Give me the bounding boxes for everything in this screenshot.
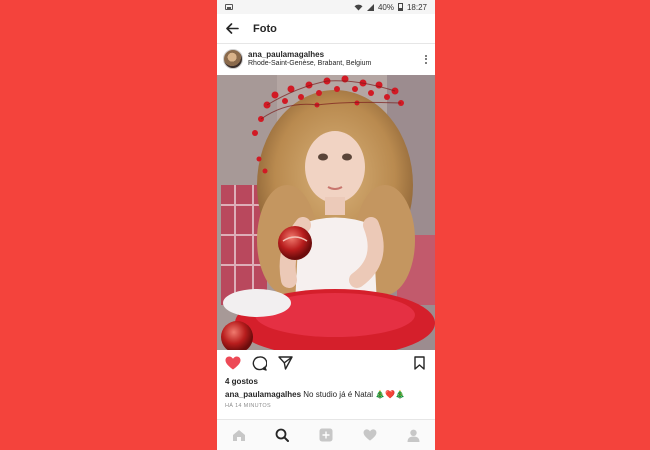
photo-illustration [217,75,435,350]
profile-icon[interactable] [403,425,423,445]
back-arrow-icon[interactable] [225,22,239,36]
image-notification-icon [225,4,233,10]
post-meta: ana_paulamagalhes Rhode-Saint-Genèse, Br… [248,50,423,67]
caption-text: No studio já é Natal 🎄❤️🎄 [301,390,406,399]
heart-icon[interactable] [225,355,241,371]
status-bar: 40% 18:27 [217,0,435,14]
post-caption: ana_paulamagalhes No studio já é Natal 🎄… [225,390,430,399]
more-options-icon[interactable] [423,54,429,64]
activity-heart-icon[interactable] [360,425,380,445]
page-title: Foto [253,22,277,35]
bottom-tab-bar [217,419,435,450]
comment-icon[interactable] [251,355,267,371]
likes-count[interactable]: 4 gostos [225,377,258,386]
add-post-icon[interactable] [316,425,336,445]
battery-icon [397,3,403,11]
post-username[interactable]: ana_paulamagalhes [248,50,423,59]
post-actions [217,352,435,374]
post-location[interactable]: Rhode-Saint-Genèse, Brabant, Belgium [248,60,423,68]
post-header: ana_paulamagalhes Rhode-Saint-Genèse, Br… [217,44,435,74]
signal-icon [366,3,374,11]
phone-screen: 40% 18:27 Foto ana_paulamagalhes Rhode-S… [217,0,435,450]
search-icon[interactable] [272,425,292,445]
avatar[interactable] [223,49,243,69]
caption-username[interactable]: ana_paulamagalhes [225,390,301,399]
battery-percentage: 40% [377,2,394,12]
share-icon[interactable] [277,355,293,371]
post-timestamp: HÁ 14 MINUTOS [225,403,271,409]
home-icon[interactable] [229,425,249,445]
wifi-icon [354,4,363,10]
post-photo[interactable] [217,75,435,350]
top-bar: Foto [217,14,435,44]
clock: 18:27 [406,2,427,12]
save-icon[interactable] [411,355,427,371]
